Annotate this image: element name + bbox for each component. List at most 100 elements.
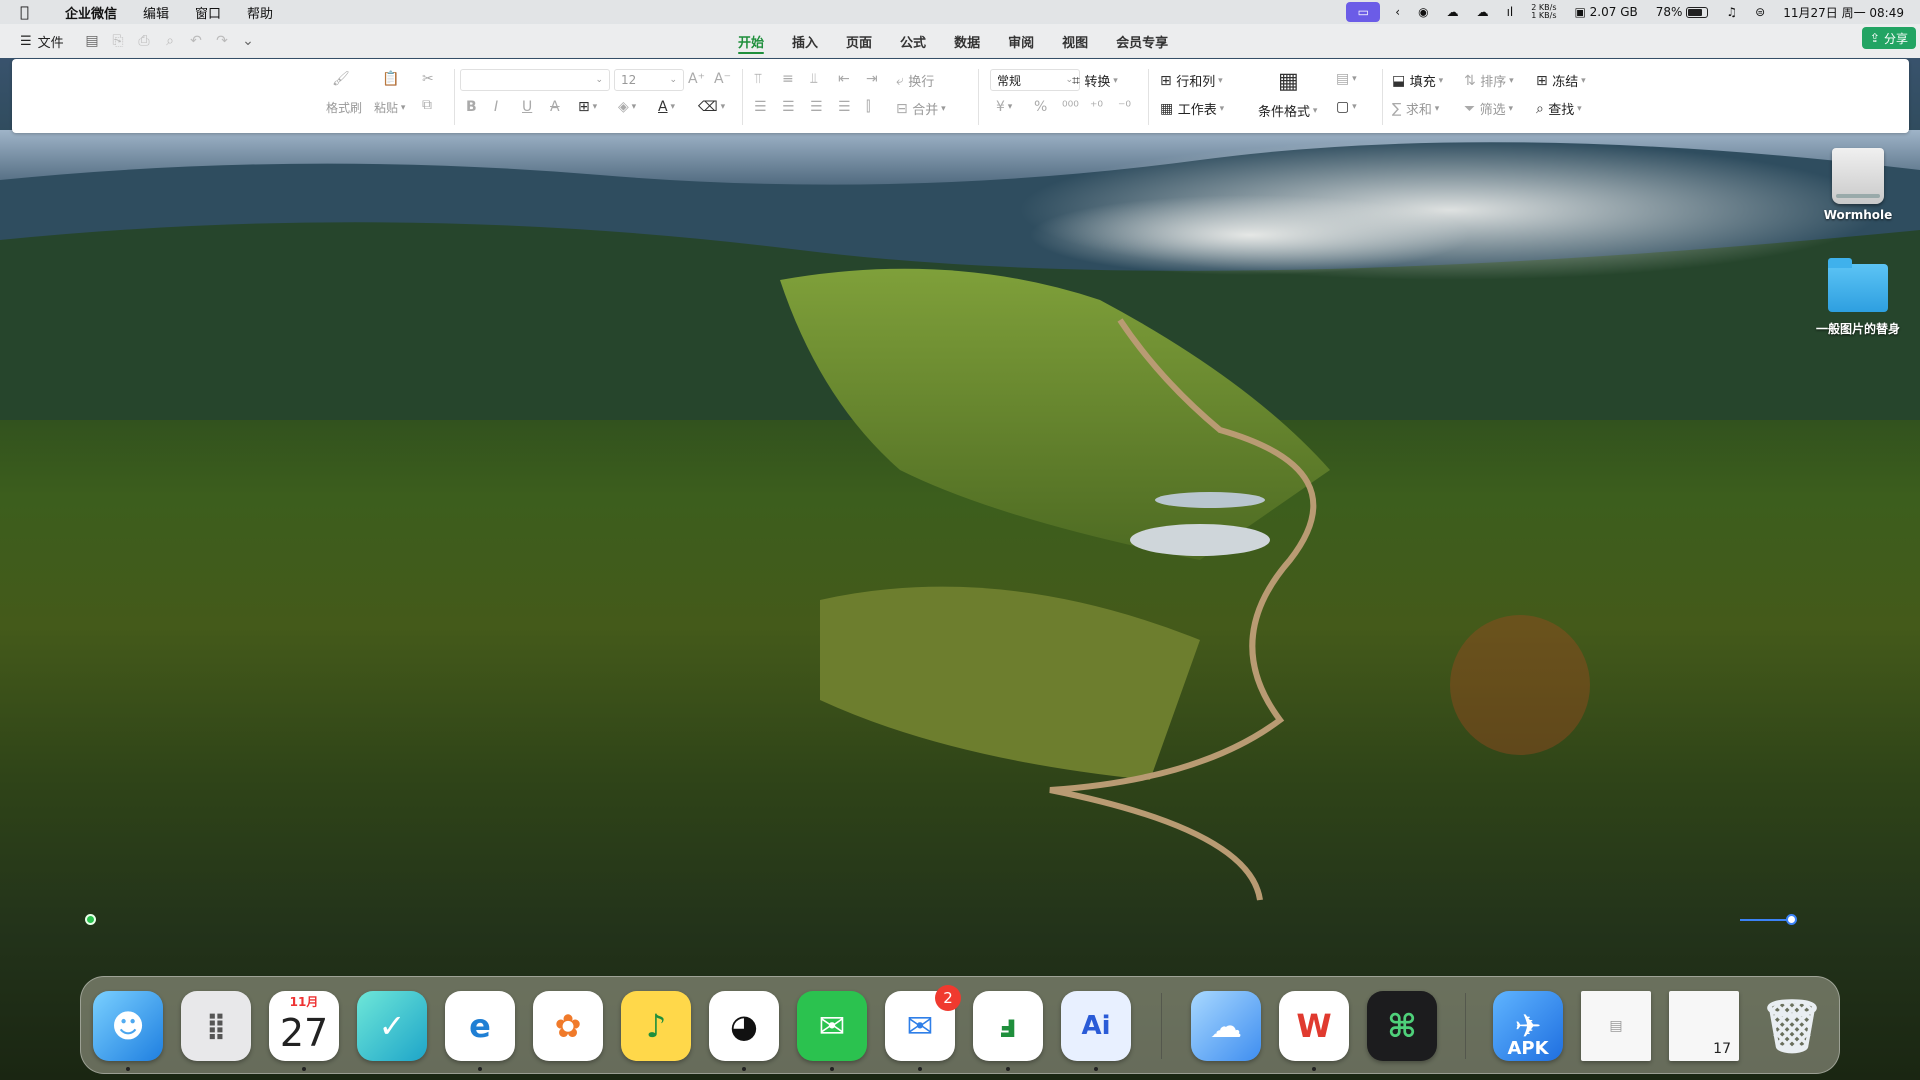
tab-page[interactable]: 页面 <box>832 24 886 58</box>
file-menu-button[interactable]: ☰ 文件 <box>0 32 84 51</box>
tab-formula[interactable]: 公式 <box>886 24 940 58</box>
indent-decrease-icon[interactable]: ⇤ <box>838 71 850 87</box>
zoom-slider-handle[interactable] <box>1786 914 1797 925</box>
calendar-icon[interactable]: 11月 27 <box>269 991 339 1071</box>
ai-assistant-icon[interactable]: Ai <box>1061 991 1131 1071</box>
music-icon[interactable]: ♫ <box>1717 5 1746 19</box>
underline-icon[interactable]: U <box>522 99 532 115</box>
tab-member[interactable]: 会员专享 <box>1102 24 1182 58</box>
percent-icon[interactable]: % <box>1034 99 1047 115</box>
battery-status[interactable]: 78% <box>1647 5 1718 19</box>
menu-edit[interactable]: 编辑 <box>130 3 182 22</box>
strikethrough-icon[interactable]: A <box>550 99 560 115</box>
customize-chevron-icon[interactable]: ⌄ <box>240 33 256 49</box>
tab-review[interactable]: 审阅 <box>994 24 1048 58</box>
tasks-check-icon[interactable]: ✓ <box>357 991 427 1061</box>
align-right-icon[interactable]: ☰ <box>810 99 823 115</box>
redo-icon[interactable]: ↷ <box>214 33 230 49</box>
table-format-icon[interactable]: ▢ ▾ <box>1336 99 1357 115</box>
launchpad-icon[interactable]: ⣿ <box>181 991 251 1061</box>
worksheet-button[interactable]: ▦ 工作表 ▾ <box>1160 99 1224 119</box>
print-preview-icon[interactable]: ⌕ <box>162 33 178 49</box>
indent-increase-icon[interactable]: ⇥ <box>866 71 878 87</box>
decimal-decrease-icon[interactable]: ⁻⁰ <box>1118 99 1131 115</box>
tab-start[interactable]: 开始 <box>724 24 778 58</box>
chevron-left-icon[interactable]: ‹ <box>1386 5 1409 19</box>
recent-calendar-thumbnail[interactable]: 17 <box>1669 991 1739 1061</box>
align-center-icon[interactable]: ☰ <box>782 99 795 115</box>
font-decrease-icon[interactable]: A⁻ <box>714 71 731 87</box>
wechat-icon[interactable]: ✉ <box>797 991 867 1071</box>
merge-button[interactable]: ⊟ 合并 ▾ <box>896 99 946 119</box>
align-left-icon[interactable]: ☰ <box>754 99 767 115</box>
photos-icon[interactable]: ✿ <box>533 991 603 1061</box>
print-icon[interactable]: ⎙ <box>136 33 152 49</box>
font-size-select[interactable]: 12 ⌄ <box>614 69 684 91</box>
desktop-icon-wormhole[interactable]: Wormhole <box>1800 148 1916 222</box>
recent-document-thumbnail[interactable]: ▤ <box>1581 991 1651 1061</box>
font-color-icon[interactable]: A ▾ <box>658 99 675 115</box>
rows-cols-button[interactable]: ⊞ 行和列 ▾ <box>1160 71 1223 91</box>
finder-icon[interactable]: ☻ <box>93 991 163 1071</box>
font-increase-icon[interactable]: A⁺ <box>688 71 705 87</box>
spiral-app-icon[interactable]: ⌘ <box>1367 991 1437 1061</box>
zoom-slider-track[interactable] <box>1740 919 1792 921</box>
share-button[interactable]: ⇪ 分享 <box>1861 27 1916 49</box>
align-middle-icon[interactable]: ≡ <box>782 71 794 87</box>
menu-app-name[interactable]: 企业微信 <box>52 3 130 22</box>
sum-button[interactable]: ∑ 求和 ▾ <box>1392 99 1439 119</box>
qq-music-icon[interactable]: ♪ <box>621 991 691 1061</box>
save-icon[interactable]: ▤ <box>84 33 100 49</box>
italic-icon[interactable]: I <box>494 99 498 115</box>
conditional-format-button[interactable]: 条件格式 ▾ <box>1258 101 1317 120</box>
freeze-button[interactable]: ⊞ 冻结 ▾ <box>1536 71 1586 91</box>
sort-button[interactable]: ⇅ 排序 ▾ <box>1464 71 1514 91</box>
cloud-chat-icon[interactable]: ☁ <box>1191 991 1261 1061</box>
cut-icon[interactable]: ✂ <box>422 71 434 87</box>
cloud-sync-icon[interactable]: ☁ <box>1468 5 1498 19</box>
conditional-format-icon[interactable]: ▦ <box>1278 69 1299 94</box>
screen-mirroring-icon[interactable]: ▭ <box>1346 2 1381 22</box>
thousands-separator-icon[interactable]: ⁰⁰⁰ <box>1062 99 1079 115</box>
wps-office-icon[interactable]: W <box>1279 991 1349 1071</box>
menu-help[interactable]: 帮助 <box>234 3 286 22</box>
eraser-icon[interactable]: ⌫ ▾ <box>698 99 725 115</box>
menu-window[interactable]: 窗口 <box>182 3 234 22</box>
record-icon[interactable]: ◉ <box>1409 5 1437 19</box>
desktop-icon-folder[interactable]: 一般图片的替身 <box>1800 258 1916 337</box>
edge-browser-icon[interactable]: e <box>445 991 515 1071</box>
undo-icon[interactable]: ↶ <box>188 33 204 49</box>
cell-style-icon[interactable]: ▤ ▾ <box>1336 71 1357 87</box>
paste-button[interactable]: 粘贴 ▾ <box>374 99 405 116</box>
menubar-clock[interactable]: 11月27日 周一 08:49 <box>1774 4 1920 21</box>
tab-view[interactable]: 视图 <box>1048 24 1102 58</box>
wecom-icon[interactable]: ✉ 2 <box>885 985 961 1071</box>
qq-penguin-icon[interactable]: ◕ <box>709 991 779 1071</box>
currency-icon[interactable]: ¥ ▾ <box>996 99 1012 115</box>
feishu-icon[interactable]: ⅎ <box>973 991 1043 1071</box>
bold-icon[interactable]: B <box>466 99 477 115</box>
align-bottom-icon[interactable]: ⫫ <box>810 71 818 87</box>
network-speed[interactable]: 2 KB/s 1 KB/s <box>1522 4 1565 20</box>
copy-icon[interactable]: ⧉ <box>422 97 432 113</box>
decimal-increase-icon[interactable]: ⁺⁰ <box>1090 99 1103 115</box>
align-top-icon[interactable]: ⫪ <box>754 71 762 87</box>
trash-icon[interactable]: 🗑 <box>1757 991 1827 1061</box>
tab-data[interactable]: 数据 <box>940 24 994 58</box>
format-painter-button[interactable]: 格式刷 <box>326 99 362 116</box>
find-button[interactable]: ⌕ 查找 ▾ <box>1536 99 1582 119</box>
filter-button[interactable]: ⏷ 筛选 ▾ <box>1464 99 1513 119</box>
apple-icon[interactable]:  <box>0 3 52 21</box>
fill-button[interactable]: ⬓ 填充 ▾ <box>1392 71 1443 91</box>
wrap-text-button[interactable]: ⤶ 换行 <box>896 71 934 91</box>
distribute-icon[interactable]: ⫿ <box>866 99 870 115</box>
justify-icon[interactable]: ☰ <box>838 99 851 115</box>
format-painter-icon[interactable]: 🖌 <box>332 71 350 87</box>
cloud-icon[interactable]: ☁ <box>1438 5 1468 19</box>
paste-icon[interactable]: 📋 <box>382 71 399 87</box>
apk-installer-icon[interactable]: ✈ APK <box>1493 991 1563 1061</box>
convert-button[interactable]: ⌗ 转换 ▾ <box>1072 71 1118 91</box>
tab-insert[interactable]: 插入 <box>778 24 832 58</box>
memory-status[interactable]: ▣ 2.07 GB <box>1566 5 1647 19</box>
font-name-select[interactable]: ⌄ <box>460 69 610 91</box>
